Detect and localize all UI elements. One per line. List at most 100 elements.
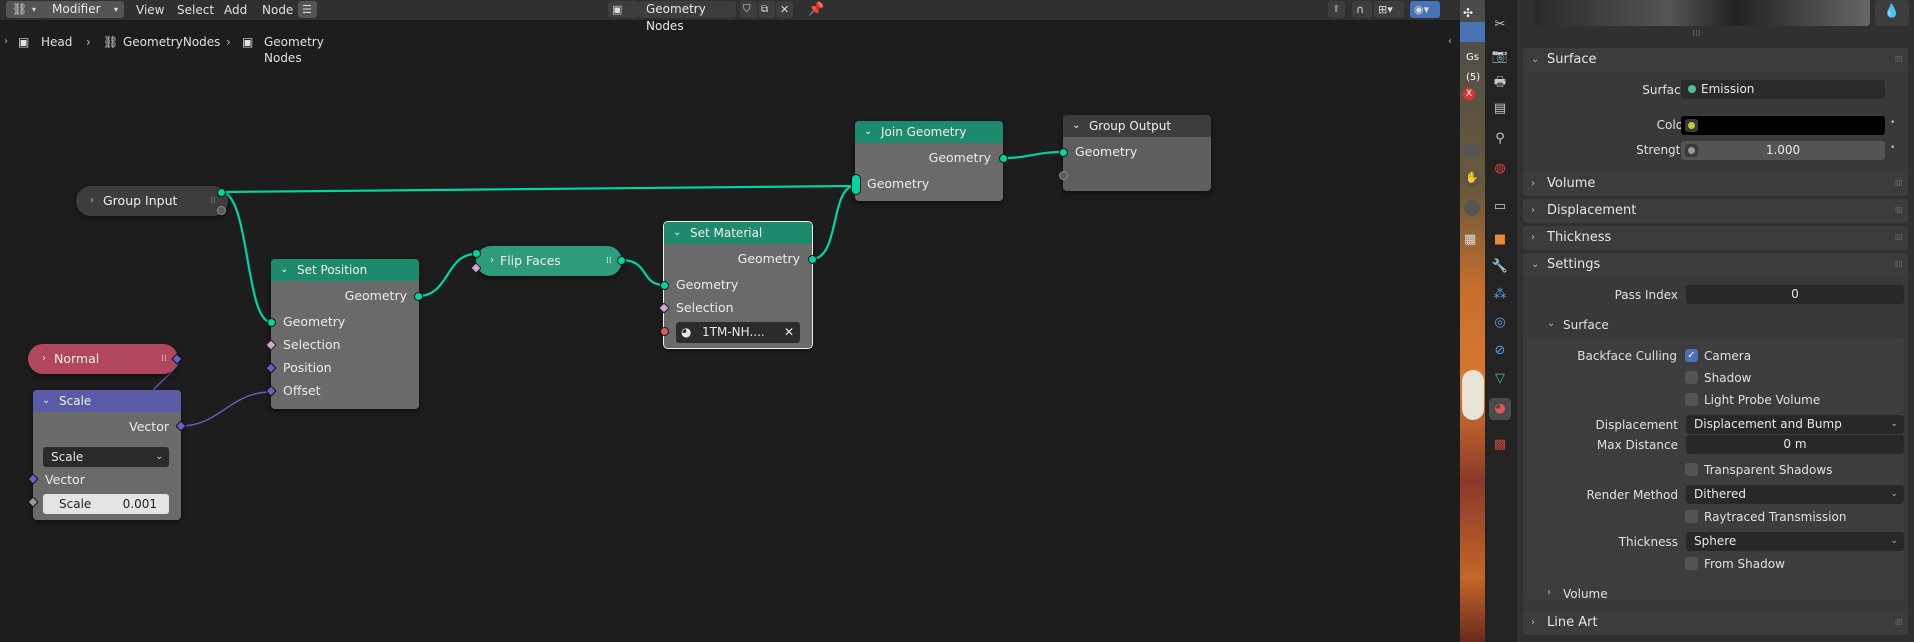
node-vector-math-scale[interactable]: ⌄ Scale Vector Scale ⌄ Vector Scale 0.00… [33,390,181,520]
node-normal[interactable]: › Normal ⁞⁞ [28,344,178,374]
chevron-right-icon: › [1531,178,1535,189]
pass-index-field[interactable]: 0 [1686,285,1904,304]
node-header: ⌄ Group Output [1063,115,1211,137]
socket-label: Geometry [928,150,991,165]
camera-icon[interactable] [1464,200,1480,216]
world-tab-icon[interactable]: ◍ [1489,158,1511,180]
close-icon[interactable]: ✕ [784,322,794,342]
camera-checkbox[interactable]: ✓ [1685,349,1698,362]
socket-geometry-out[interactable] [617,256,626,265]
sidebar-toggle-icon[interactable]: ‹ [1448,36,1452,47]
object-tab-icon[interactable]: ■ [1489,229,1511,251]
max-distance-value: 0 m [1783,437,1807,451]
socket-geometry-out[interactable] [414,292,423,301]
output-tab-icon[interactable]: 🖶 [1489,72,1511,94]
node-title: Set Position [297,263,368,277]
displacement-method-dropdown[interactable]: Displacement and Bump ⌄ [1686,415,1904,434]
socket-label: Geometry [676,277,739,292]
color-field[interactable] [1681,116,1885,135]
viewport-count: (5) [1466,72,1481,83]
zoom-icon[interactable] [1464,142,1480,158]
socket-geometry-in[interactable] [660,281,669,290]
node-group-input[interactable]: › Group Input ⁞⁞ [76,186,228,216]
particles-tab-icon[interactable]: ⁂ [1489,284,1511,306]
grip-icon: ⁞⁞⁞⁞ [1894,618,1904,628]
socket-label: Geometry [867,176,930,191]
x-axis-icon[interactable]: X [1463,88,1475,100]
collection-tab-icon[interactable]: ▭ [1489,196,1511,218]
node-title: Set Material [690,226,763,240]
viewport-label: Gs [1466,52,1479,63]
socket-geometry-in[interactable] [472,249,481,258]
from-shadow-checkbox[interactable] [1685,557,1698,570]
tool-tab-icon[interactable]: ✂ [1489,14,1511,36]
socket-empty-in[interactable] [1059,171,1068,180]
transform-gizmo-icon[interactable]: ✣ [1463,6,1473,20]
shadow-label: Shadow [1704,371,1752,385]
properties-panel: 💧 ⁞⁞⁞ ⌄ Surface ⁞⁞⁞⁞ Surface Emission Co… [1517,0,1914,642]
operation-dropdown[interactable]: Scale ⌄ [43,447,169,467]
thickness-mode-dropdown[interactable]: Sphere ⌄ [1686,532,1904,551]
node-set-position[interactable]: ⌄ Set Position Geometry Geometry Selecti… [271,259,419,409]
texture-tab-icon[interactable]: ▩ [1489,434,1511,456]
camera-label: Camera [1704,349,1752,363]
socket-material-in[interactable] [660,327,669,336]
socket-geometry-in[interactable] [267,318,276,327]
node-header: ⌄ Scale [33,390,181,412]
socket-geometry-out[interactable] [808,255,817,264]
node-group-output[interactable]: ⌄ Group Output Geometry [1063,115,1211,191]
render-tab-icon[interactable]: 📷 [1489,46,1511,68]
transparent-shadows-checkbox[interactable] [1685,463,1698,476]
keyframe-icon[interactable]: • [1890,143,1895,153]
resize-grip-icon[interactable]: ⁞⁞⁞ [1692,29,1701,39]
modifier-tab-icon[interactable]: 🔧 [1489,256,1511,278]
chevron-down-icon: ⌄ [864,126,873,137]
thickness-mode-label: Thickness [1618,535,1678,549]
socket-geometry-in[interactable] [1059,148,1068,157]
constraints-tab-icon[interactable]: ⊘ [1489,340,1511,362]
socket-geometry-out[interactable] [217,188,226,197]
light-probe-checkbox[interactable] [1685,393,1698,406]
section-settings[interactable]: ⌄ Settings ⁞⁞⁞⁞ [1523,253,1908,277]
section-volume[interactable]: › Volume ⁞⁞⁞⁞ [1523,172,1908,196]
node-header: ⌄ Join Geometry [855,121,1003,143]
data-tab-icon[interactable]: ▽ [1489,368,1511,390]
section-thickness[interactable]: › Thickness ⁞⁞⁞⁞ [1523,226,1908,250]
shadow-checkbox[interactable] [1685,371,1698,384]
grip-icon: ⁞⁞ [606,256,612,266]
max-distance-field[interactable]: 0 m [1686,435,1904,454]
surface-shader-field[interactable]: Emission [1681,80,1885,99]
subsection-title: Volume [1563,587,1608,601]
select-tool-icon[interactable] [1460,22,1485,42]
socket-empty-out[interactable] [217,206,226,215]
scale-value-field[interactable]: Scale 0.001 [43,494,169,514]
physics-tab-icon[interactable]: ◎ [1489,312,1511,334]
node-flip-faces[interactable]: › Flip Faces ⁞⁞ [476,246,622,276]
node-join-geometry[interactable]: ⌄ Join Geometry Geometry Geometry [855,121,1003,201]
socket-geometry-out[interactable] [999,154,1008,163]
chevron-down-icon: ⌄ [280,264,289,275]
section-line-art[interactable]: › Line Art ⁞⁞⁞⁞ [1523,611,1908,635]
render-method-dropdown[interactable]: Dithered ⌄ [1686,485,1904,504]
keyframe-icon[interactable]: • [1890,118,1895,128]
thickness-mode-value: Sphere [1694,534,1737,548]
preview-type-icon[interactable]: 💧 [1875,0,1909,26]
viewport-strip[interactable]: ✣ Gs (5) X ✋ ▦ [1460,0,1485,642]
socket-multi-input[interactable] [851,174,861,195]
node-editor[interactable]: ⛓ ▾ Modifier ▾ View Select Add Node ☰ ▣ … [0,0,1460,642]
link-setpos-to-flip [417,252,477,298]
view-layer-tab-icon[interactable]: ▤ [1489,98,1511,120]
chevron-right-icon: › [1547,587,1551,598]
raytraced-transmission-checkbox[interactable] [1685,510,1698,523]
hand-icon[interactable]: ✋ [1464,170,1480,186]
strength-field[interactable]: 1.000 [1681,141,1885,160]
grid-icon[interactable]: ▦ [1464,232,1476,247]
chevron-right-icon: › [90,195,94,206]
material-tab-icon[interactable]: ◕ [1489,398,1511,420]
material-field[interactable]: ◕ 1TM-NH.... ✕ [676,322,800,343]
node-set-material[interactable]: ⌄ Set Material Geometry Geometry Selecti… [663,221,813,349]
section-displacement[interactable]: › Displacement ⁞⁞⁞⁞ [1523,199,1908,223]
section-surface[interactable]: ⌄ Surface ⁞⁞⁞⁞ [1523,48,1908,72]
scene-tab-icon[interactable]: ⚲ [1489,128,1511,150]
grip-icon: ⁞⁞ [210,196,216,206]
